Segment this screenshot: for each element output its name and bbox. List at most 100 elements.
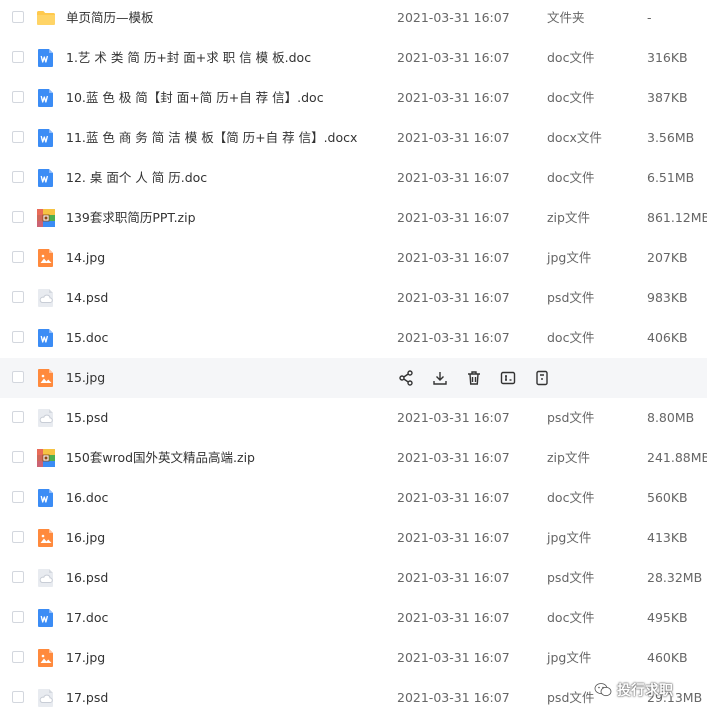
row-checkbox[interactable] bbox=[12, 491, 24, 503]
file-date: 2021-03-31 16:07 bbox=[397, 10, 510, 25]
file-size: 560KB bbox=[647, 490, 688, 505]
file-size: 406KB bbox=[647, 330, 688, 345]
row-checkbox[interactable] bbox=[12, 171, 24, 183]
file-type: psd文件 bbox=[547, 290, 595, 305]
file-row[interactable]: 17.doc 2021-03-31 16:07 doc文件 495KB bbox=[0, 598, 707, 638]
file-name[interactable]: 11.蓝 色 商 务 简 洁 模 板【简 历+自 荐 信】.docx bbox=[66, 118, 357, 158]
file-date: 2021-03-31 16:07 bbox=[397, 610, 510, 625]
word-doc-icon bbox=[36, 328, 56, 348]
row-checkbox[interactable] bbox=[12, 11, 24, 23]
more-icon[interactable] bbox=[533, 369, 551, 387]
file-date: 2021-03-31 16:07 bbox=[397, 690, 510, 705]
cloud-file-icon bbox=[36, 288, 56, 308]
file-type: doc文件 bbox=[547, 50, 595, 65]
file-row[interactable]: 单页简历—模板 2021-03-31 16:07 文件夹 - bbox=[0, 0, 707, 38]
file-row[interactable]: 16.doc 2021-03-31 16:07 doc文件 560KB bbox=[0, 478, 707, 518]
row-checkbox[interactable] bbox=[12, 651, 24, 663]
file-size: 413KB bbox=[647, 530, 688, 545]
file-row[interactable]: 17.jpg 2021-03-31 16:07 jpg文件 460KB bbox=[0, 638, 707, 678]
row-checkbox[interactable] bbox=[12, 291, 24, 303]
row-checkbox[interactable] bbox=[12, 211, 24, 223]
share-icon[interactable] bbox=[397, 369, 415, 387]
file-row[interactable]: 150套wrod国外英文精品高端.zip 2021-03-31 16:07 zip文… bbox=[0, 438, 707, 478]
file-name[interactable]: 12. 桌 面个 人 简 历.doc bbox=[66, 158, 207, 198]
file-row[interactable]: 15.psd 2021-03-31 16:07 psd文件 8.80MB bbox=[0, 398, 707, 438]
file-type: psd文件 bbox=[547, 690, 595, 705]
file-name[interactable]: 1.艺 术 类 简 历+封 面+求 职 信 模 板.doc bbox=[66, 38, 311, 78]
file-name[interactable]: 14.psd bbox=[66, 278, 108, 318]
file-name[interactable]: 16.psd bbox=[66, 558, 108, 598]
wechat-icon bbox=[594, 683, 612, 697]
file-name[interactable]: 139套求职简历PPT.zip bbox=[66, 198, 196, 238]
file-size: 6.51MB bbox=[647, 170, 695, 185]
file-name[interactable]: 10.蓝 色 极 简【封 面+简 历+自 荐 信】.doc bbox=[66, 78, 324, 118]
cloud-file-icon bbox=[36, 408, 56, 428]
row-checkbox[interactable] bbox=[12, 411, 24, 423]
word-doc-icon bbox=[36, 168, 56, 188]
file-size: 387KB bbox=[647, 90, 688, 105]
file-type: jpg文件 bbox=[547, 250, 592, 265]
file-type: doc文件 bbox=[547, 490, 595, 505]
file-date: 2021-03-31 16:07 bbox=[397, 530, 510, 545]
row-checkbox[interactable] bbox=[12, 371, 24, 383]
row-checkbox[interactable] bbox=[12, 131, 24, 143]
file-name[interactable]: 15.doc bbox=[66, 318, 108, 358]
file-row[interactable]: 15.doc 2021-03-31 16:07 doc文件 406KB bbox=[0, 318, 707, 358]
row-checkbox[interactable] bbox=[12, 451, 24, 463]
file-date: 2021-03-31 16:07 bbox=[397, 210, 510, 225]
row-checkbox[interactable] bbox=[12, 91, 24, 103]
file-row[interactable]: 1.艺 术 类 简 历+封 面+求 职 信 模 板.doc 2021-03-31 … bbox=[0, 38, 707, 78]
file-size: 8.80MB bbox=[647, 410, 695, 425]
cloud-file-icon bbox=[36, 568, 56, 588]
file-row[interactable]: 12. 桌 面个 人 简 历.doc 2021-03-31 16:07 doc文件 6… bbox=[0, 158, 707, 198]
download-icon[interactable] bbox=[431, 369, 449, 387]
row-checkbox[interactable] bbox=[12, 331, 24, 343]
file-name[interactable]: 14.jpg bbox=[66, 238, 105, 278]
file-date: 2021-03-31 16:07 bbox=[397, 450, 510, 465]
file-size: 28.32MB bbox=[647, 570, 703, 585]
file-row[interactable]: 14.psd 2021-03-31 16:07 psd文件 983KB bbox=[0, 278, 707, 318]
file-row[interactable]: 14.jpg 2021-03-31 16:07 jpg文件 207KB bbox=[0, 238, 707, 278]
row-checkbox[interactable] bbox=[12, 531, 24, 543]
file-row[interactable]: 15.jpg bbox=[0, 358, 707, 398]
file-name[interactable]: 15.psd bbox=[66, 398, 108, 438]
file-name[interactable]: 150套wrod国外英文精品高端.zip bbox=[66, 438, 255, 478]
file-date: 2021-03-31 16:07 bbox=[397, 410, 510, 425]
file-type: psd文件 bbox=[547, 410, 595, 425]
file-row[interactable]: 139套求职简历PPT.zip 2021-03-31 16:07 zip文件 861.… bbox=[0, 198, 707, 238]
row-checkbox[interactable] bbox=[12, 51, 24, 63]
file-name[interactable]: 16.jpg bbox=[66, 518, 105, 558]
file-size: 316KB bbox=[647, 50, 688, 65]
row-actions bbox=[397, 369, 567, 387]
file-name[interactable]: 15.jpg bbox=[66, 358, 105, 398]
file-row[interactable]: 16.psd 2021-03-31 16:07 psd文件 28.32MB bbox=[0, 558, 707, 598]
file-name[interactable]: 17.psd bbox=[66, 678, 108, 718]
file-size: 241.88MB bbox=[647, 450, 707, 465]
word-doc-icon bbox=[36, 48, 56, 68]
zip-archive-icon bbox=[36, 208, 56, 228]
file-type: zip文件 bbox=[547, 210, 590, 225]
zip-archive-icon bbox=[36, 448, 56, 468]
file-row[interactable]: 16.jpg 2021-03-31 16:07 jpg文件 413KB bbox=[0, 518, 707, 558]
delete-icon[interactable] bbox=[465, 369, 483, 387]
row-checkbox[interactable] bbox=[12, 571, 24, 583]
file-date: 2021-03-31 16:07 bbox=[397, 490, 510, 505]
file-type: doc文件 bbox=[547, 610, 595, 625]
rename-icon[interactable] bbox=[499, 369, 517, 387]
row-checkbox[interactable] bbox=[12, 251, 24, 263]
file-name[interactable]: 17.jpg bbox=[66, 638, 105, 678]
row-checkbox[interactable] bbox=[12, 611, 24, 623]
file-date: 2021-03-31 16:07 bbox=[397, 90, 510, 105]
file-size: 983KB bbox=[647, 290, 688, 305]
row-checkbox[interactable] bbox=[12, 691, 24, 703]
file-name[interactable]: 16.doc bbox=[66, 478, 108, 518]
file-name[interactable]: 17.doc bbox=[66, 598, 108, 638]
file-name[interactable]: 单页简历—模板 bbox=[66, 0, 154, 38]
file-row[interactable]: 11.蓝 色 商 务 简 洁 模 板【简 历+自 荐 信】.docx 2021-0… bbox=[0, 118, 707, 158]
file-type: doc文件 bbox=[547, 90, 595, 105]
file-row[interactable]: 10.蓝 色 极 简【封 面+简 历+自 荐 信】.doc 2021-03-31 … bbox=[0, 78, 707, 118]
word-doc-icon bbox=[36, 488, 56, 508]
cloud-file-icon bbox=[36, 688, 56, 708]
watermark-text: 投行求职 bbox=[617, 683, 673, 699]
file-type: jpg文件 bbox=[547, 650, 592, 665]
